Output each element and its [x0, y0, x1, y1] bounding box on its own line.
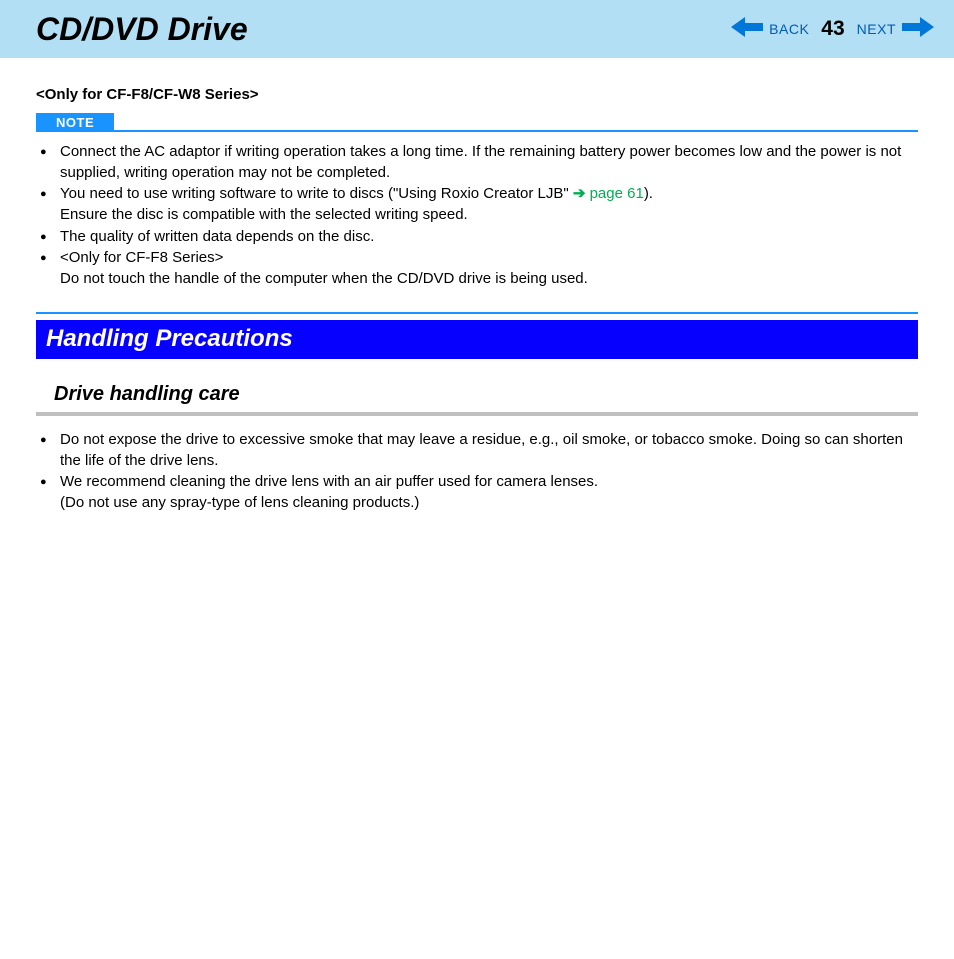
list-item: The quality of written data depends on t… — [36, 227, 918, 248]
page-title: CD/DVD Drive — [36, 11, 731, 48]
note-text: The quality of written data depends on t… — [60, 228, 374, 245]
note-rule — [114, 130, 918, 132]
page-header: CD/DVD Drive BACK 43 NEXT — [0, 0, 954, 58]
next-arrow-icon[interactable] — [902, 17, 934, 42]
note-text: Connect the AC adaptor if writing operat… — [60, 143, 901, 181]
next-button[interactable]: NEXT — [857, 21, 896, 37]
note-text: Do not touch the handle of the computer … — [60, 269, 918, 290]
section-divider — [36, 312, 918, 314]
series-subtitle: <Only for CF-F8/CF-W8 Series> — [36, 86, 918, 103]
note-text: <Only for CF-F8 Series> — [60, 249, 223, 266]
note-bar: NOTE — [36, 113, 918, 132]
list-item: Do not expose the drive to excessive smo… — [36, 430, 918, 471]
note-text: ). — [644, 185, 653, 202]
nav-group: BACK 43 NEXT — [731, 17, 934, 42]
content-area: <Only for CF-F8/CF-W8 Series> NOTE Conne… — [0, 58, 954, 514]
right-arrow-icon: ➔ — [573, 185, 590, 202]
note-text: You need to use writing software to writ… — [60, 185, 573, 202]
note-label: NOTE — [36, 113, 114, 132]
care-text: (Do not use any spray-type of lens clean… — [60, 493, 918, 514]
list-item: We recommend cleaning the drive lens wit… — [36, 472, 918, 513]
sub-heading: Drive handling care — [36, 377, 918, 412]
page-link[interactable]: page 61 — [590, 185, 644, 202]
care-text: We recommend cleaning the drive lens wit… — [60, 473, 598, 490]
list-item: <Only for CF-F8 Series> Do not touch the… — [36, 248, 918, 289]
back-button[interactable]: BACK — [769, 21, 809, 37]
page-number: 43 — [815, 17, 850, 41]
list-item: Connect the AC adaptor if writing operat… — [36, 142, 918, 183]
grey-rule — [36, 412, 918, 416]
list-item: You need to use writing software to writ… — [36, 184, 918, 225]
care-list: Do not expose the drive to excessive smo… — [36, 430, 918, 514]
note-list: Connect the AC adaptor if writing operat… — [36, 142, 918, 290]
section-heading: Handling Precautions — [36, 320, 918, 359]
back-arrow-icon[interactable] — [731, 17, 763, 42]
care-text: Do not expose the drive to excessive smo… — [60, 431, 903, 469]
note-text: Ensure the disc is compatible with the s… — [60, 205, 918, 226]
